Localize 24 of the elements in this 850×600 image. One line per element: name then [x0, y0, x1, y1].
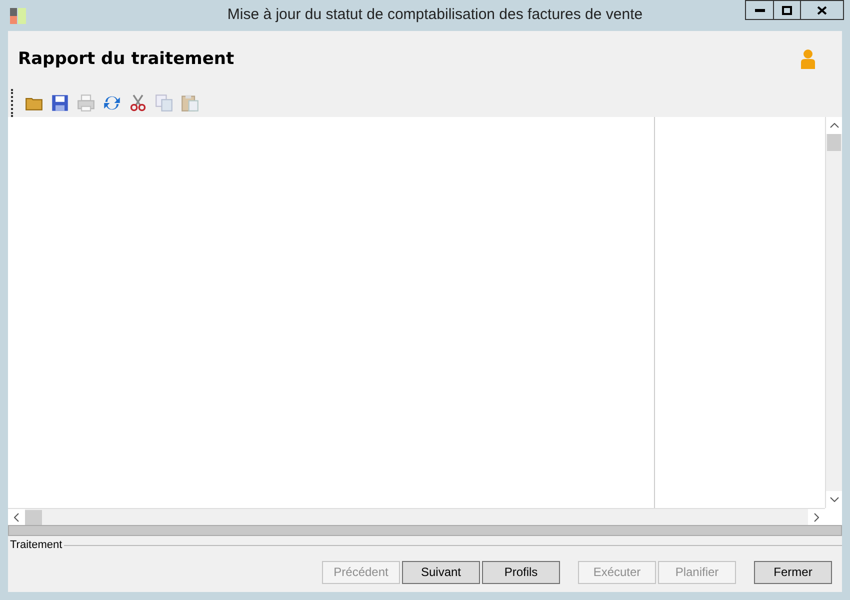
horizontal-scrollbar[interactable]	[8, 508, 825, 525]
scroll-right-icon[interactable]	[814, 512, 819, 522]
app-icon	[10, 8, 26, 24]
vertical-scrollbar[interactable]	[825, 117, 842, 508]
close-button[interactable]	[800, 0, 844, 20]
minimize-button[interactable]	[745, 0, 773, 20]
person-icon	[799, 49, 817, 71]
scrollbar-thumb[interactable]	[25, 510, 42, 524]
close-icon	[817, 6, 827, 14]
maximize-button[interactable]	[773, 0, 800, 20]
scroll-up-icon[interactable]	[830, 123, 838, 128]
group-label: Traitement	[9, 538, 64, 553]
minimize-icon	[754, 8, 764, 12]
scroll-left-icon[interactable]	[14, 512, 19, 522]
scroll-down-icon[interactable]	[830, 497, 838, 502]
dialog-button[interactable]: Suivant	[402, 560, 480, 584]
scissors-icon[interactable]	[129, 94, 147, 112]
dialog-button[interactable]: Fermer	[754, 560, 832, 584]
dialog-button[interactable]: Profils	[482, 560, 560, 584]
section-title: Rapport du traitement	[18, 48, 234, 72]
window-title: Mise à jour du statut de comptabilisation des factures de vente	[226, 5, 644, 26]
maximize-icon	[782, 6, 792, 14]
scrollbar-thumb[interactable]	[827, 134, 841, 151]
refresh-icon[interactable]	[103, 94, 121, 112]
